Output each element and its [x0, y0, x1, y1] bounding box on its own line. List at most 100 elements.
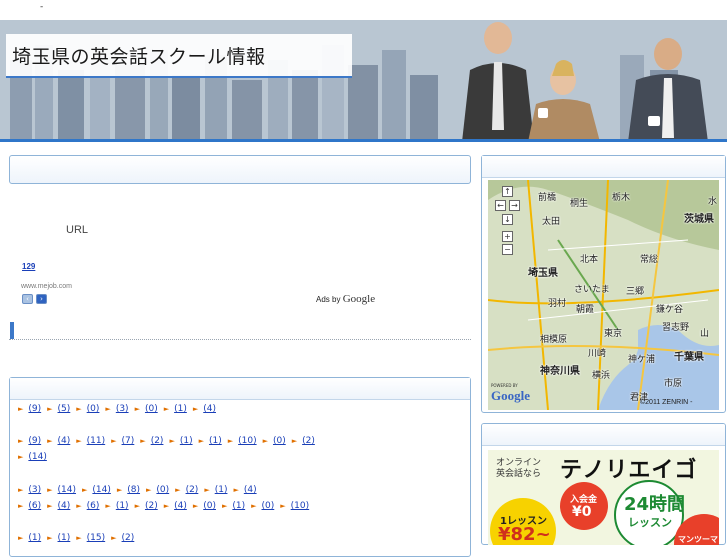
area-link[interactable]: (1)	[174, 404, 187, 414]
area-link[interactable]: (4)	[174, 501, 187, 511]
area-link-item: ► (1)	[164, 404, 193, 414]
area-link[interactable]: (7)	[122, 436, 135, 446]
triangle-bullet-icon: ►	[76, 534, 82, 542]
triangle-bullet-icon: ►	[111, 534, 117, 542]
triangle-bullet-icon: ►	[280, 502, 286, 510]
ad-link[interactable]: 129	[22, 262, 90, 271]
area-link[interactable]: (6)	[87, 501, 100, 511]
area-link[interactable]: (10)	[291, 501, 309, 511]
area-link[interactable]: (3)	[28, 485, 41, 495]
map-place-label: 埼玉県	[528, 268, 558, 279]
triangle-bullet-icon: ►	[116, 486, 123, 494]
google-logo: Google	[342, 293, 376, 305]
area-link[interactable]: (4)	[58, 436, 71, 446]
area-link[interactable]: (0)	[203, 501, 216, 511]
area-link-item: ► (1)	[199, 436, 228, 446]
area-link-row: ► (9) ► (4) ► (11) ► (7) ► (2) ► (1) ► (1) ► (10) ► (0) ► (…	[18, 436, 321, 446]
area-link[interactable]: (2)	[302, 436, 315, 446]
area-link[interactable]: (1)	[116, 501, 129, 511]
triangle-bullet-icon: ►	[163, 405, 170, 413]
triangle-bullet-icon: ►	[233, 486, 239, 494]
area-link[interactable]: (2)	[186, 485, 199, 495]
header-divider	[0, 139, 727, 142]
area-link-item: ► (4)	[233, 485, 262, 495]
map-place-label: 栃木	[612, 193, 631, 203]
area-link[interactable]: (1)	[215, 485, 228, 495]
map-place-label: 相模原	[540, 335, 568, 345]
area-link-item: ► (2)	[140, 436, 169, 446]
area-link[interactable]: (3)	[116, 404, 129, 414]
area-link[interactable]: (4)	[203, 404, 216, 414]
pan-left-icon[interactable]: ←	[495, 200, 506, 211]
area-link-row: ► (9) ► (5) ► (0) ► (3) ► (0) ► (1) ► (4)	[18, 404, 222, 414]
area-link[interactable]: (0)	[273, 436, 286, 446]
area-link[interactable]: (2)	[122, 533, 135, 543]
map-place-label: 常総	[640, 255, 659, 265]
top-bar: -	[0, 0, 727, 20]
banner-intro: オンライン 英会話なら	[496, 458, 541, 480]
area-link-item: ► (10)	[280, 501, 315, 511]
map-place-label: 神奈川県	[540, 366, 580, 377]
area-link[interactable]: (0)	[87, 404, 100, 414]
area-link[interactable]: (1)	[58, 533, 71, 543]
area-link-item: ► (9)	[18, 436, 47, 446]
area-link[interactable]: (0)	[145, 404, 158, 414]
area-link-item: ► (15)	[76, 533, 111, 543]
page-title: 埼玉県の英会話スクール情報	[12, 46, 266, 68]
area-link[interactable]: (14)	[28, 452, 46, 462]
google-map-logo[interactable]: Google	[491, 388, 530, 404]
triangle-bullet-icon: ►	[192, 502, 199, 510]
area-link-item: ► (6)	[18, 501, 47, 511]
area-link-item: ► (0)	[146, 485, 175, 495]
area-link[interactable]: (2)	[151, 436, 164, 446]
area-link[interactable]: (1)	[28, 533, 41, 543]
area-link-item: ► (4)	[164, 501, 193, 511]
area-link-item: ► (9)	[18, 404, 47, 414]
area-link[interactable]: (6)	[28, 501, 41, 511]
triangle-bullet-icon: ►	[134, 502, 140, 510]
pan-right-icon[interactable]: →	[509, 200, 520, 211]
site-header: 埼玉県の英会話スクール情報	[0, 20, 727, 142]
area-link[interactable]: (11)	[87, 436, 105, 446]
area-link-item: ► (4)	[47, 436, 76, 446]
area-link[interactable]: (9)	[28, 404, 41, 414]
triangle-bullet-icon: ►	[204, 486, 210, 494]
area-link-item: ► (4)	[193, 404, 222, 414]
area-link[interactable]: (1)	[180, 436, 193, 446]
ads-by-label: Ads by	[316, 295, 341, 304]
area-link[interactable]: (0)	[156, 485, 169, 495]
area-link[interactable]: (1)	[209, 436, 222, 446]
area-link-item: ► (3)	[18, 485, 47, 495]
pan-down-icon[interactable]: ↓	[502, 214, 513, 225]
tenori-eigo-banner[interactable]: オンライン 英会話なら テノリエイゴ 1レッスン ¥82~ 入会金 ¥0 24時…	[488, 450, 719, 545]
area-link[interactable]: (5)	[58, 404, 71, 414]
fee-value: ¥0	[572, 504, 592, 520]
map-place-label: 鎌ケ谷	[656, 305, 684, 315]
triangle-bullet-icon: ►	[18, 437, 24, 445]
area-list-header	[10, 378, 470, 400]
area-link[interactable]: (10)	[238, 436, 256, 446]
map-box-header	[482, 156, 725, 178]
map-place-label: 桐生	[570, 199, 589, 209]
area-link[interactable]: (15)	[87, 533, 105, 543]
chevron-right-icon[interactable]: ›	[36, 294, 47, 304]
area-link[interactable]: (4)	[58, 501, 71, 511]
triangle-bullet-icon: ►	[198, 437, 204, 445]
area-link[interactable]: (1)	[232, 501, 245, 511]
mantoman-label: マンツーマン	[678, 535, 719, 544]
pan-up-icon[interactable]: ↑	[502, 186, 513, 197]
area-link[interactable]: (2)	[145, 501, 158, 511]
area-link[interactable]: (8)	[127, 485, 140, 495]
area-link[interactable]: (14)	[92, 485, 110, 495]
ads-by-google[interactable]: Ads by Google	[316, 293, 375, 305]
zoom-out-icon[interactable]: −	[502, 244, 513, 255]
area-link[interactable]: (0)	[262, 501, 275, 511]
zoom-in-icon[interactable]: +	[502, 231, 513, 242]
triangle-bullet-icon: ►	[140, 437, 146, 445]
area-link[interactable]: (4)	[244, 485, 257, 495]
chevron-left-icon[interactable]: ‹	[22, 294, 33, 304]
map-view[interactable]: ↑ ← → ↓ + − 前橋 桐生 栃木 太田 水茨城県 埼玉県 北本 常総 さいたま 三郷 羽村朝…	[488, 180, 719, 410]
area-link[interactable]: (14)	[58, 485, 76, 495]
area-link[interactable]: (9)	[28, 436, 41, 446]
triangle-bullet-icon: ►	[47, 534, 53, 542]
